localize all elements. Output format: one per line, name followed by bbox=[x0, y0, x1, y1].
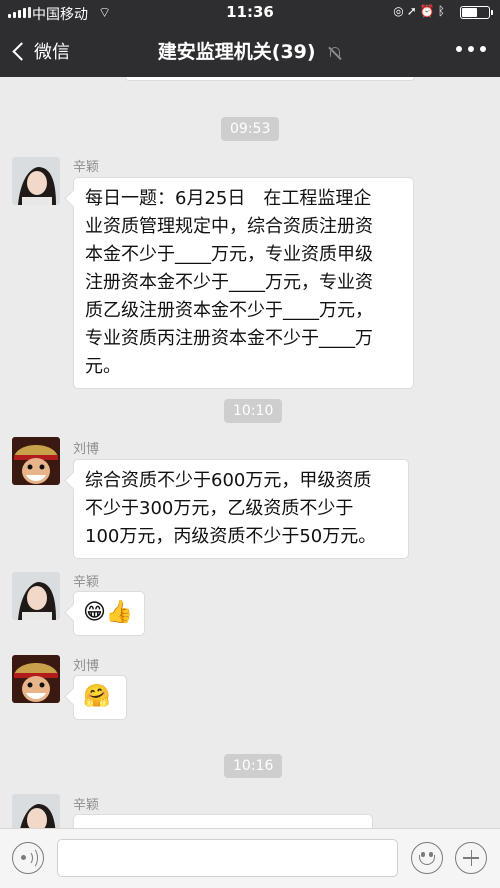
message-line: 业资质管理规定中，综合资质注册资 bbox=[85, 216, 373, 237]
status-icons: ◎➚⏰ᛒ bbox=[393, 4, 448, 18]
message-bubble[interactable]: 🤗 bbox=[73, 675, 127, 720]
sender-name: 辛颖 bbox=[73, 798, 100, 813]
message-line: 100万元，丙级资质不少于50万元。 bbox=[85, 526, 377, 547]
nav-bar: 微信 建安监理机关(39) bbox=[0, 24, 500, 77]
message-line: 综合资质不少于600万元，甲级资质 bbox=[85, 470, 372, 491]
emoji-message: 😁👍 bbox=[83, 600, 134, 625]
more-icon[interactable] bbox=[456, 46, 486, 54]
alarm-icon: ⏰ bbox=[419, 4, 438, 18]
voice-icon[interactable] bbox=[12, 842, 44, 874]
chat-title: 建安监理机关(39) bbox=[157, 41, 316, 63]
message-line: 元。 bbox=[85, 356, 121, 377]
emoji-message: 🤗 bbox=[83, 684, 111, 709]
message-line: 本金不少于____万元，专业资质甲级 bbox=[85, 244, 373, 265]
timestamp: 09:53 bbox=[221, 117, 280, 141]
battery-icon bbox=[460, 6, 493, 19]
message-input[interactable] bbox=[57, 839, 398, 877]
message-bubble[interactable]: 😁👍 bbox=[73, 591, 145, 636]
timestamp: 10:16 bbox=[224, 754, 283, 778]
mute-bell-icon bbox=[328, 46, 342, 60]
chat-area[interactable]: 09:53 辛颖 每日一题：6月25日 在工程监理企 业资质管理规定中，综合资质… bbox=[0, 77, 500, 828]
avatar[interactable] bbox=[12, 572, 60, 620]
input-bar bbox=[0, 828, 500, 888]
message-bubble[interactable] bbox=[73, 814, 373, 828]
message-line: 专业资质丙注册资本金不少于____万 bbox=[85, 328, 373, 349]
plus-icon[interactable] bbox=[455, 842, 487, 874]
chat-title-wrap: 建安监理机关(39) bbox=[0, 37, 500, 64]
sender-name: 刘博 bbox=[73, 659, 100, 674]
avatar[interactable] bbox=[12, 655, 60, 703]
message-line: 每日一题：6月25日 在工程监理企 bbox=[85, 188, 372, 209]
message-line: 注册资本金不少于____万元，专业资 bbox=[85, 272, 373, 293]
avatar[interactable] bbox=[12, 437, 60, 485]
bluetooth-icon: ᛒ bbox=[437, 4, 448, 18]
emoji-icon[interactable] bbox=[411, 842, 443, 874]
top-bar: 中国移动 ⌔ 11:36 ◎➚⏰ᛒ 微信 建安监理机关(39) bbox=[0, 0, 500, 77]
avatar[interactable] bbox=[12, 157, 60, 205]
timestamp: 10:10 bbox=[224, 399, 283, 423]
sender-name: 辛颖 bbox=[73, 160, 100, 175]
sender-name: 辛颖 bbox=[73, 575, 100, 590]
message-line: 不少于300万元，乙级资质不少于 bbox=[85, 498, 354, 519]
message-bubble[interactable]: 每日一题：6月25日 在工程监理企 业资质管理规定中，综合资质注册资 本金不少于… bbox=[73, 177, 414, 389]
previous-message-bubble bbox=[125, 77, 415, 81]
avatar[interactable] bbox=[12, 794, 60, 828]
location-icon: ➚ bbox=[406, 4, 420, 18]
status-bar: 中国移动 ⌔ 11:36 ◎➚⏰ᛒ bbox=[0, 0, 500, 24]
message-bubble[interactable]: 综合资质不少于600万元，甲级资质 不少于300万元，乙级资质不少于 100万元… bbox=[73, 459, 409, 559]
lock-rotation-icon: ◎ bbox=[393, 4, 407, 18]
sender-name: 刘博 bbox=[73, 442, 100, 457]
message-line: 质乙级注册资本金不少于____万元， bbox=[85, 300, 373, 321]
